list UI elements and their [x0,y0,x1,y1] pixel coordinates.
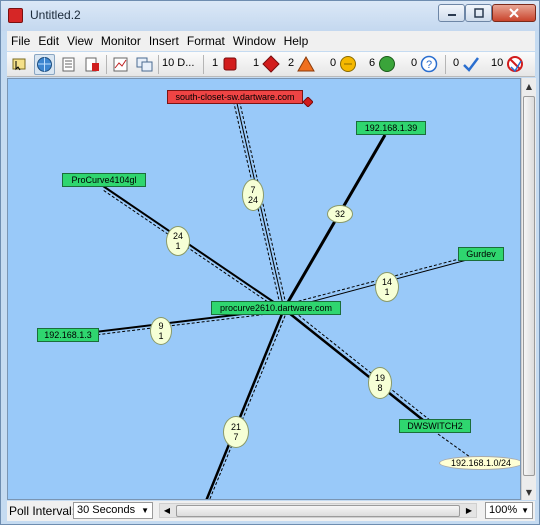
maximize-icon [473,8,484,18]
minimize-icon [447,14,456,16]
ok-count[interactable]: 6 [369,57,375,69]
critical-count[interactable]: 1 [253,57,259,69]
no-symbol-icon[interactable] [506,55,524,73]
toolbar: 10 D... 1 1 2 0 6 0 ? 0 10 [7,52,535,77]
link-bottom[interactable] [205,308,288,500]
horizontal-scroll-thumb[interactable] [176,505,460,517]
menu-format[interactable]: Format [187,34,225,48]
link-label-ip13[interactable]: 9 1 [150,317,172,345]
menu-monitor[interactable]: Monitor [101,34,141,48]
scroll-right-arrow-icon[interactable]: ▶ [462,504,476,517]
link-label-procurve4104[interactable]: 24 1 [166,226,190,256]
chevron-down-icon: ▼ [141,506,149,515]
menu-bar: File Edit View Monitor Insert Format Win… [7,31,535,51]
list-icon [62,57,75,72]
menu-help[interactable]: Help [284,34,309,48]
close-icon [509,8,519,18]
scroll-left-arrow-icon[interactable]: ◀ [160,504,174,517]
svg-text:?: ? [426,59,432,71]
menu-insert[interactable]: Insert [149,34,179,48]
alarm-count[interactable]: 2 [288,57,294,69]
zoom-value: 100% [489,504,518,516]
browse-tool-button[interactable] [34,54,55,75]
windows-icon [136,57,153,72]
device-procurve2610[interactable]: procurve2610.dartware.com [211,301,341,315]
red-square-icon[interactable] [222,56,238,72]
minimize-button[interactable] [438,4,465,22]
network-subnet[interactable]: 192.168.1.0/24 [439,456,520,470]
red-diamond-icon [303,97,313,107]
device-dwswitch2[interactable]: DWSWITCH2 [399,419,471,433]
device-list-button[interactable] [82,54,103,75]
link-dwswitch2[interactable] [283,305,432,425]
close-button[interactable] [492,4,536,22]
globe-icon [37,57,52,72]
menu-file[interactable]: File [11,34,30,48]
device-count-label[interactable]: 10 D... [162,57,194,69]
scroll-down-arrow-icon[interactable]: ▼ [522,484,536,500]
app-window: Untitled.2 File Edit View Monitor Insert… [0,0,540,525]
device-ip13[interactable]: 192.168.1.3 [37,328,99,342]
vertical-scroll-thumb[interactable] [523,96,535,476]
menu-window[interactable]: Window [233,34,276,48]
unknown-count[interactable]: 0 [411,57,417,69]
warning-count[interactable]: 0 [330,57,336,69]
list-view-button[interactable] [58,54,79,75]
select-arrow-icon [12,58,26,71]
unmonitored-count[interactable]: 10 [491,57,503,69]
link-label-bottom[interactable]: 21 7 [223,416,249,448]
device-ip139[interactable]: 192.168.1.39 [356,121,426,135]
vertical-scrollbar[interactable]: ▲ ▼ [521,78,536,500]
chevron-down-icon: ▼ [521,506,529,515]
poll-interval-value: 30 Seconds [77,504,136,516]
scroll-up-arrow-icon[interactable]: ▲ [522,78,536,94]
menu-edit[interactable]: Edit [38,34,59,48]
device-gurdev[interactable]: Gurdev [458,247,504,261]
status-bar: Poll Interval: 30 Seconds ▼ ◀ ▶ 100% ▼ [7,501,535,521]
acknowledged-count[interactable]: 0 [453,57,459,69]
maximize-button[interactable] [465,4,492,22]
map-canvas[interactable]: south-closet-sw.dartware.com 192.168.1.3… [7,78,521,500]
horizontal-scrollbar[interactable]: ◀ ▶ [159,503,477,518]
link-label-dwswitch2[interactable]: 19 8 [368,367,392,399]
status-window-button[interactable] [134,54,155,75]
question-circle-icon[interactable]: ? [420,55,438,73]
zoom-select[interactable]: 100% ▼ [485,502,533,519]
map-links-layer [69,98,479,500]
document-red-icon [85,57,99,72]
checkmark-icon[interactable] [462,55,480,73]
app-icon [8,8,23,23]
chart-button[interactable] [110,54,131,75]
select-tool-button[interactable] [9,54,30,75]
device-south-closet[interactable]: south-closet-sw.dartware.com [167,90,303,104]
window-title: Untitled.2 [30,8,81,22]
title-bar[interactable]: Untitled.2 [1,1,539,31]
link-label-ip139[interactable]: 32 [327,205,353,223]
poll-interval-label: Poll Interval: [9,504,76,518]
link-net[interactable] [437,433,471,458]
yellow-circle-icon[interactable] [339,55,357,73]
menu-view[interactable]: View [67,34,93,48]
device-procurve4104[interactable]: ProCurve4104gl [62,173,146,187]
red-diamond-icon[interactable] [262,55,280,73]
link-label-gurdev[interactable]: 14 1 [375,272,399,302]
orange-triangle-icon[interactable] [297,55,315,73]
link-label-south-closet[interactable]: 7 24 [242,179,264,211]
poll-interval-select[interactable]: 30 Seconds ▼ [73,502,153,519]
green-circle-icon[interactable] [378,55,396,73]
down-count[interactable]: 1 [212,57,218,69]
chart-icon [113,57,128,72]
